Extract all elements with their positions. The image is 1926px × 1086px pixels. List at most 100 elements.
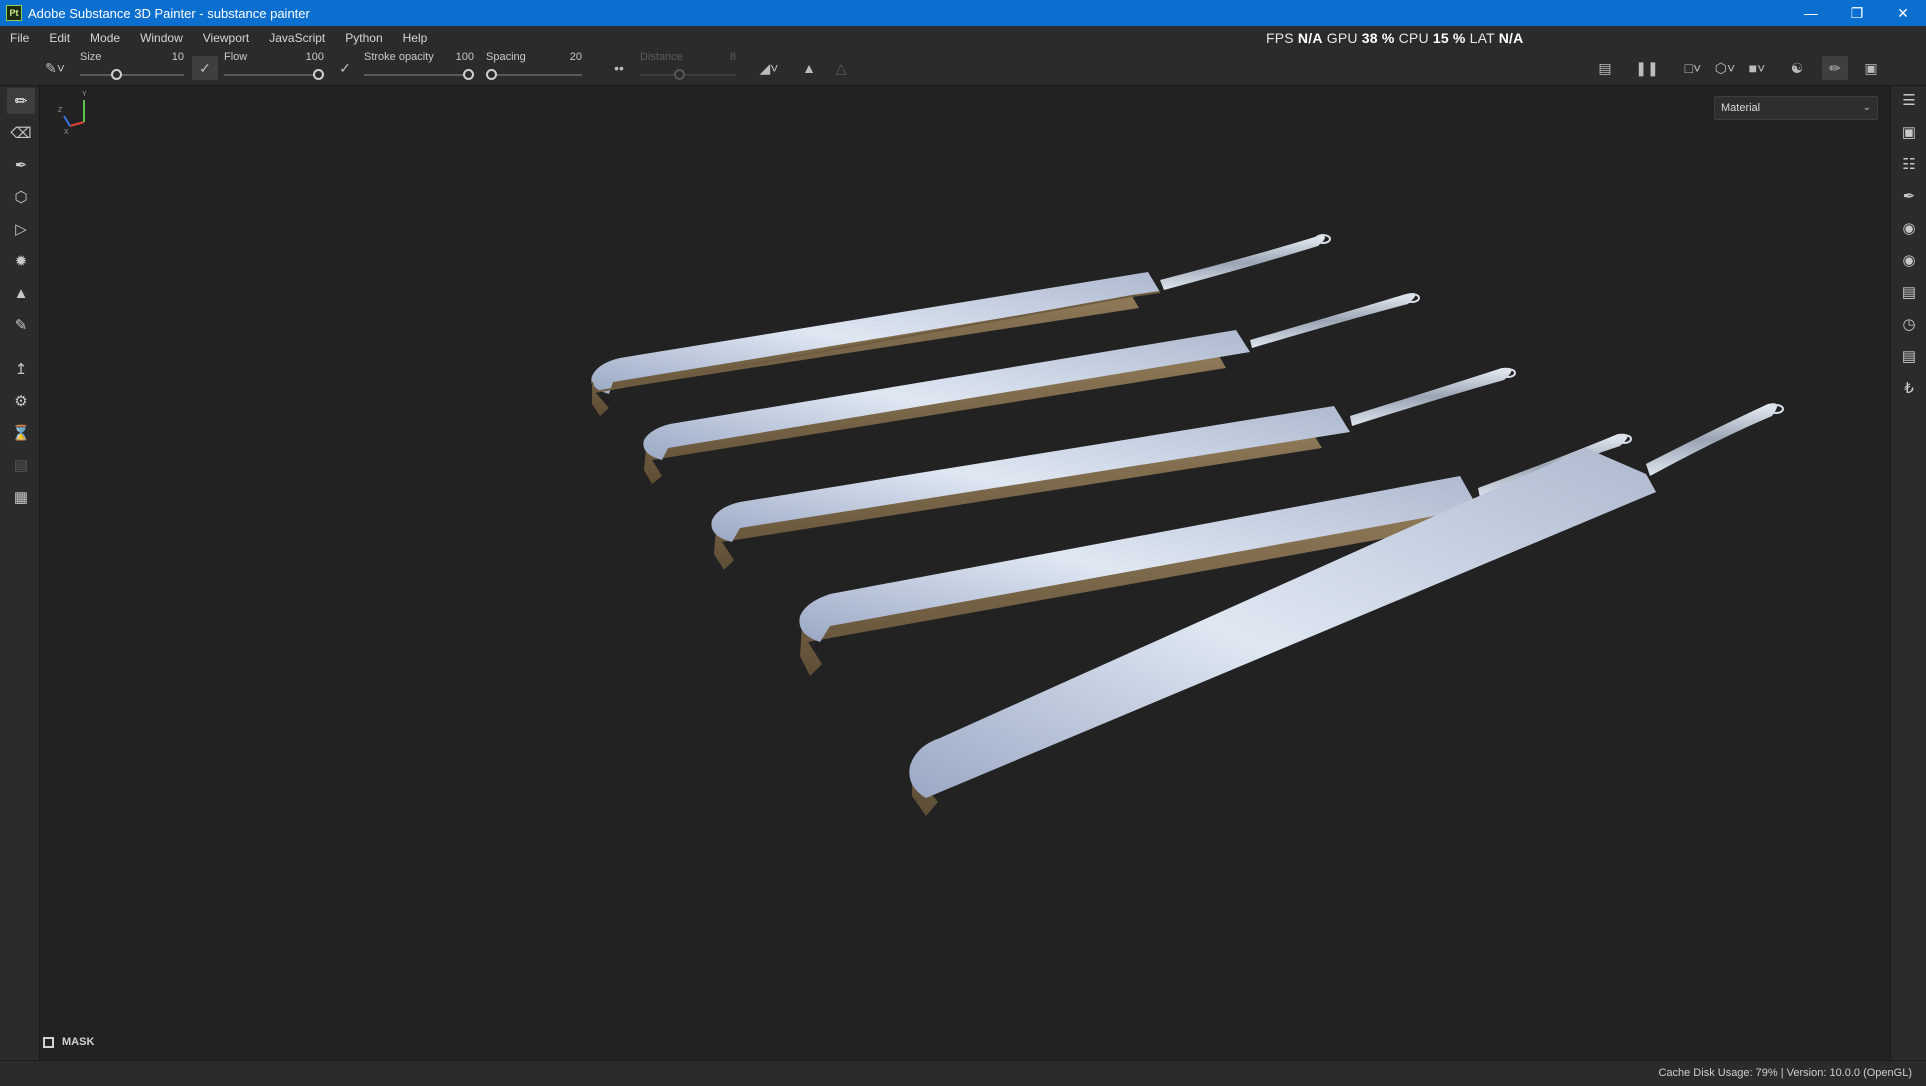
flow-label: Flow [224,51,248,63]
texture-set-list-icon[interactable]: ☰ [1897,88,1921,112]
stroke-opacity-label: Stroke opacity [364,51,434,63]
viewport-scene[interactable] [40,86,1890,1060]
paint-brush-icon[interactable]: ✏ [7,88,35,114]
stroke-opacity-value[interactable]: 100 [456,51,474,63]
spacing-slider[interactable]: Spacing 20 [486,50,582,86]
properties-icon[interactable]: ✒ [1897,184,1921,208]
spacing-value[interactable]: 20 [570,51,582,63]
stroke-opacity-slider[interactable]: Stroke opacity 100 [364,50,474,86]
stroke-opacity-track[interactable] [364,74,474,76]
projection-icon[interactable]: ✒ [7,152,35,178]
viewport-2d-icon[interactable]: □˅ [1680,56,1706,80]
polygon-fill-icon[interactable]: ⬡ [7,184,35,210]
eraser-icon[interactable]: ⌫ [7,120,35,146]
color-picker-icon[interactable]: ✎ [7,312,35,338]
substance-assets-icon[interactable]: ₺ [1897,376,1921,400]
app-window: Pt Adobe Substance 3D Painter - substanc… [0,0,1926,1086]
geometry-fill-icon[interactable]: ▷ [7,216,35,242]
viewport-3d-icon[interactable]: ⬡˅ [1712,56,1738,80]
environment-icon[interactable]: ◉ [1897,248,1921,272]
window-controls: — ❐ ✕ [1788,0,1926,26]
menu-javascript[interactable]: JavaScript [259,26,335,50]
mask-label: MASK [62,1036,95,1048]
chevron-down-icon: ⌄ [1862,102,1871,113]
mask-toggle[interactable]: MASK [43,1034,94,1050]
lazy-mouse-icon[interactable]: •• [606,56,632,80]
texture-set-settings-icon[interactable]: ▣ [1897,120,1921,144]
size-track[interactable] [80,74,184,76]
distance-knob [674,69,685,80]
axis-y-label: Y [82,91,87,98]
material-dropdown-value: Material [1721,102,1761,114]
layers-icon[interactable]: ☷ [1897,152,1921,176]
smudge-icon[interactable]: ✹ [7,248,35,274]
right-panel-strip: ☰ ▣ ☷ ✒ ◉ ◉ ▤ ◷ ▤ ₺ [1890,86,1926,1060]
spacing-label: Spacing [486,51,526,63]
distance-slider: Distance 8 [640,50,736,86]
stroke-opacity-knob[interactable] [463,69,474,80]
size-knob[interactable] [110,69,122,80]
flow-track[interactable] [224,74,324,76]
shelf-icon[interactable]: ▤ [1897,280,1921,304]
size-pressure-icon[interactable]: ✓ [192,56,218,80]
display-settings-panel-icon[interactable]: ◉ [1897,216,1921,240]
menu-viewport[interactable]: Viewport [193,26,259,50]
axis-z-label: Z [58,107,63,114]
cpu-value: 15 % [1432,30,1466,46]
menu-window[interactable]: Window [130,26,193,50]
spacing-track[interactable] [486,74,582,76]
left-tool-strip: ✏ ⌫ ✒ ⬡ ▷ ✹ ▲ ✎ ↥ ⚙ ⌛ ▤ ▦ [0,86,40,1060]
pause-icon[interactable]: ❚❚ [1634,56,1660,80]
size-slider[interactable]: Size 10 [80,50,184,86]
hide-viewport-icon[interactable]: ▤ [1592,56,1618,80]
app-logo-icon: Pt [6,5,22,21]
flow-knob[interactable] [313,69,324,80]
restore-icon[interactable]: ❐ [1834,0,1880,26]
paint-mode-icon[interactable]: ✏ [1822,56,1848,80]
menu-mode[interactable]: Mode [80,26,130,50]
status-text: Cache Disk Usage: 79% | Version: 10.0.0 … [1658,1067,1912,1079]
symmetry-settings-icon[interactable]: ◢˅ [756,56,782,80]
symmetry-mirror-icon[interactable]: ▲ [796,56,822,80]
distance-label: Distance [640,51,683,63]
cpu-label: CPU [1398,30,1429,46]
gpu-label: GPU [1326,30,1358,46]
mask-checkbox[interactable] [43,1036,54,1048]
distance-track [640,74,736,76]
window-title: Adobe Substance 3D Painter - substance p… [28,5,310,21]
fps-label: FPS [1266,30,1294,46]
clone-stamp-icon[interactable]: ▲ [7,280,35,306]
tool-preset-icon[interactable]: ✎˅ [42,56,68,80]
screenshot-icon[interactable]: ▣ [1858,56,1884,80]
menu-help[interactable]: Help [393,26,438,50]
menu-edit[interactable]: Edit [39,26,80,50]
bake-tool-icon[interactable]: ⚙ [7,388,35,414]
material-channel-dropdown[interactable]: Material ⌄ [1714,96,1878,120]
spacing-knob[interactable] [486,69,497,80]
log-icon[interactable]: ▤ [1897,344,1921,368]
flow-slider[interactable]: Flow 100 [224,50,324,86]
title-bar: Pt Adobe Substance 3D Painter - substanc… [0,0,1926,26]
flow-value[interactable]: 100 [306,51,324,63]
path-tool-icon[interactable]: ↥ [7,356,35,382]
ruler-icon[interactable]: ▦ [7,484,35,510]
anchor-icon: ⌛ [11,425,31,442]
minimize-icon[interactable]: — [1788,0,1834,26]
lat-label: LAT [1469,30,1495,46]
distance-value: 8 [729,51,736,63]
close-icon[interactable]: ✕ [1880,0,1926,26]
performance-readout: FPS N/A GPU 38 % CPU 15 % LAT N/A [1266,26,1523,50]
history-icon[interactable]: ◷ [1897,312,1921,336]
menu-bar: File Edit Mode Window Viewport JavaScrip… [0,26,1926,50]
axis-x-label: X [64,129,69,136]
mask-tool-icon: ▤ [13,457,29,474]
flow-pressure-icon[interactable]: ✓ [332,56,358,80]
camera-icon[interactable]: ■˅ [1744,56,1770,80]
menu-python[interactable]: Python [335,26,392,50]
3d-viewport[interactable]: Material ⌄ MASK Y Z X [40,86,1890,1060]
gpu-value: 38 % [1361,30,1395,46]
display-settings-icon[interactable]: ☯ [1784,56,1810,80]
menu-file[interactable]: File [0,26,39,50]
size-value[interactable]: 10 [172,51,184,63]
symmetry-off-icon[interactable]: △ [828,56,854,80]
